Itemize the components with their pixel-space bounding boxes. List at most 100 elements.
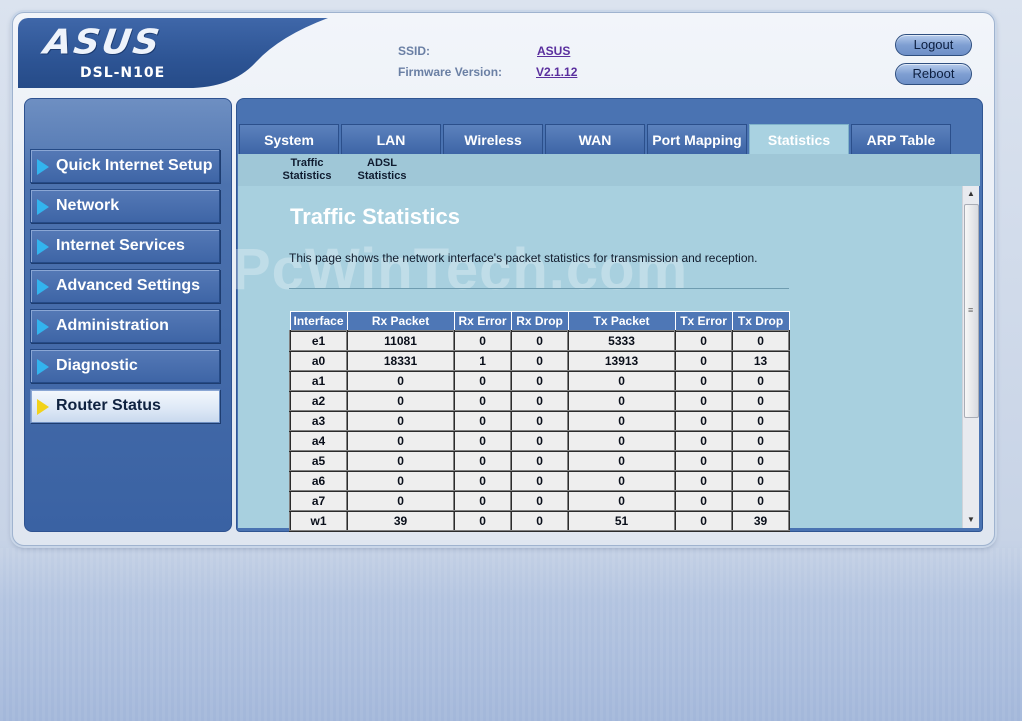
table-cell: 0	[674, 509, 734, 532]
table-row: a3 0 0 0 0 0 0	[288, 409, 791, 432]
column-header: Tx Packet	[567, 311, 676, 331]
interface-cell: a0	[288, 349, 349, 372]
sidebar-item-advanced-settings[interactable]: Advanced Settings	[30, 269, 220, 303]
table-cell: 0	[510, 489, 570, 512]
table-cell: 0	[674, 369, 734, 392]
table-cell: 0	[510, 349, 570, 372]
table-cell: 0	[510, 329, 570, 352]
column-header: Tx Drop	[731, 311, 790, 331]
table-cell: 0	[453, 329, 513, 352]
table-cell: 0	[731, 469, 791, 492]
table-cell: 0	[510, 389, 570, 412]
triangle-up-icon[interactable]: ▲	[963, 186, 979, 202]
table-cell: 0	[346, 389, 456, 412]
subtab-label-line2: Statistics	[282, 170, 332, 182]
subtab-label-line1: Traffic	[290, 157, 324, 169]
table-header-row: Interface Rx Packet Rx Error Rx Drop Tx …	[289, 311, 790, 331]
table-cell: 0	[674, 409, 734, 432]
vertical-scrollbar[interactable]: ▲ ≡ ▼	[962, 186, 979, 528]
firmware-link[interactable]: V2.1.12	[536, 65, 577, 79]
sidebar-item-label: Network	[56, 197, 120, 214]
sidebar-item-label: Router Status	[56, 397, 161, 414]
table-cell: 0	[674, 469, 734, 492]
table-cell: 0	[453, 509, 513, 532]
interface-cell: a3	[288, 409, 349, 432]
table-cell: 0	[731, 389, 791, 412]
table-cell: 0	[567, 409, 677, 432]
interface-cell: w1	[288, 509, 349, 532]
table-cell: 0	[731, 449, 791, 472]
table-row: a0 18331 1 0 13913 0 13	[288, 349, 791, 372]
column-header: Rx Packet	[346, 311, 455, 331]
tab-system[interactable]: System	[239, 124, 339, 155]
table-cell: 0	[567, 449, 677, 472]
table-cell: 0	[567, 469, 677, 492]
subtab-traffic-statistics[interactable]: Traffic Statistics	[276, 157, 338, 183]
interface-cell: a5	[288, 449, 349, 472]
triangle-right-icon	[37, 319, 49, 335]
sidebar-item-router-status[interactable]: Router Status	[30, 389, 220, 423]
table-cell: 1	[453, 349, 513, 372]
table-row: a1 0 0 0 0 0 0	[288, 369, 791, 392]
asus-logo: ASUS	[41, 23, 164, 62]
tab-arp-table[interactable]: ARP Table	[851, 124, 951, 155]
tab-lan[interactable]: LAN	[341, 124, 441, 155]
table-cell: 0	[346, 449, 456, 472]
logout-button[interactable]: Logout	[895, 34, 972, 56]
triangle-down-icon[interactable]: ▼	[963, 512, 979, 528]
sidebar-item-label: Advanced Settings	[56, 277, 201, 294]
table-row: a5 0 0 0 0 0 0	[288, 449, 791, 472]
table-cell: 0	[453, 369, 513, 392]
sidebar-item-quick-internet-setup[interactable]: Quick Internet Setup	[30, 149, 220, 183]
subtab-adsl-statistics[interactable]: ADSL Statistics	[351, 157, 413, 183]
sidebar-item-label: Diagnostic	[56, 357, 138, 374]
tab-statistics[interactable]: Statistics	[749, 124, 849, 155]
table-cell: 13	[731, 349, 791, 372]
ssid-label: SSID:	[398, 44, 431, 58]
table-cell: 39	[346, 509, 456, 532]
column-header: Rx Error	[453, 311, 512, 331]
table-cell: 0	[674, 429, 734, 452]
model-name: DSL-N10E	[80, 65, 166, 81]
reboot-button[interactable]: Reboot	[895, 63, 972, 85]
sidebar-item-network[interactable]: Network	[30, 189, 220, 223]
column-header: Interface	[289, 311, 348, 331]
table-cell: 0	[674, 389, 734, 412]
interface-cell: a6	[288, 469, 349, 492]
sidebar-item-internet-services[interactable]: Internet Services	[30, 229, 220, 263]
sidebar-item-administration[interactable]: Administration	[30, 309, 220, 343]
subtab-label-line2: Statistics	[357, 170, 407, 182]
subtab-label-line1: ADSL	[367, 157, 397, 169]
interface-cell: a2	[288, 389, 349, 412]
table-cell: 0	[453, 449, 513, 472]
table-row: a7 0 0 0 0 0 0	[288, 489, 791, 512]
sidebar-item-label: Administration	[56, 317, 169, 334]
triangle-right-icon	[37, 279, 49, 295]
table-cell: 0	[567, 429, 677, 452]
watermark: PcWinTech.com	[232, 237, 689, 302]
table-cell: 0	[510, 509, 570, 532]
tab-wireless[interactable]: Wireless	[443, 124, 543, 155]
triangle-right-icon	[37, 359, 49, 375]
sidebar-item-diagnostic[interactable]: Diagnostic	[30, 349, 220, 383]
ssid-link[interactable]: ASUS	[537, 44, 570, 58]
scroll-thumb[interactable]: ≡	[964, 204, 979, 418]
interface-cell: a4	[288, 429, 349, 452]
table-cell: 0	[567, 389, 677, 412]
interface-cell: a1	[288, 369, 349, 392]
table-cell: 0	[510, 369, 570, 392]
table-cell: 0	[510, 409, 570, 432]
table-cell: 0	[731, 409, 791, 432]
table-cell: 0	[346, 409, 456, 432]
table-cell: 0	[346, 429, 456, 452]
sidebar-item-label: Quick Internet Setup	[56, 157, 213, 174]
tab-port-mapping[interactable]: Port Mapping	[647, 124, 747, 155]
table-cell: 0	[346, 489, 456, 512]
table-row: a6 0 0 0 0 0 0	[288, 469, 791, 492]
table-cell: 11081	[346, 329, 456, 352]
tab-wan[interactable]: WAN	[545, 124, 645, 155]
table-cell: 0	[346, 469, 456, 492]
table-cell: 0	[453, 429, 513, 452]
page-title: Traffic Statistics	[290, 204, 460, 229]
firmware-label: Firmware Version:	[398, 65, 503, 79]
